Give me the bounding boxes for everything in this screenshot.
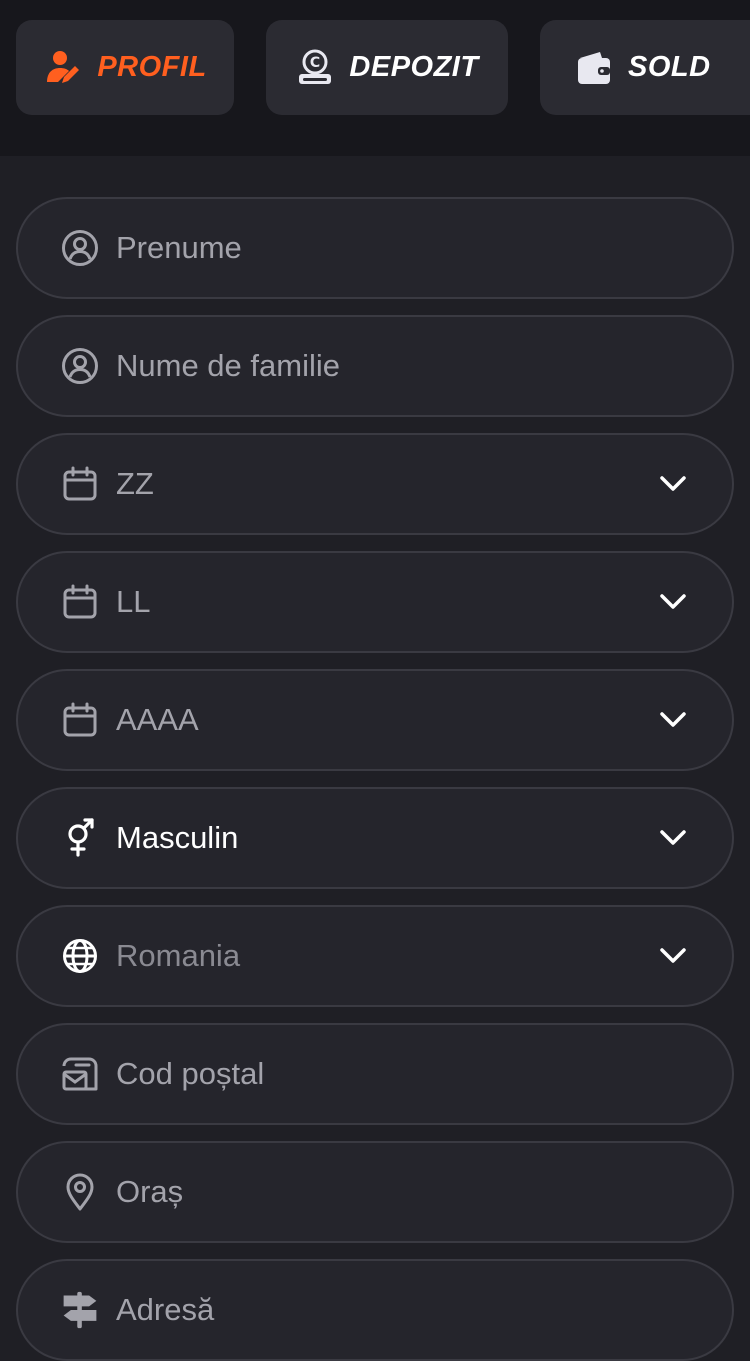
last-name-input[interactable] bbox=[116, 348, 676, 384]
address-input[interactable] bbox=[116, 1292, 676, 1328]
map-pin-icon bbox=[60, 1172, 100, 1212]
gender-value: Masculin bbox=[116, 820, 239, 855]
country-value: Romania bbox=[116, 938, 241, 973]
city-field[interactable] bbox=[16, 1141, 734, 1243]
birth-month-select[interactable]: LL bbox=[16, 551, 734, 653]
birth-year-value: AAAA bbox=[116, 702, 199, 737]
deposit-coin-icon: C bbox=[295, 48, 335, 88]
chevron-down-icon[interactable] bbox=[658, 469, 688, 499]
tab-sold-label: SOLD bbox=[628, 51, 711, 83]
calendar-icon bbox=[60, 582, 100, 622]
calendar-icon bbox=[60, 464, 100, 504]
chevron-down-icon[interactable] bbox=[658, 823, 688, 853]
top-tab-bar: PROFIL C DEPOZIT SOLD bbox=[0, 0, 750, 156]
gender-select[interactable]: Masculin bbox=[16, 787, 734, 889]
chevron-down-icon[interactable] bbox=[658, 587, 688, 617]
globe-icon bbox=[60, 936, 100, 976]
tab-profil[interactable]: PROFIL bbox=[16, 20, 234, 115]
user-edit-icon bbox=[43, 48, 83, 88]
svg-text:C: C bbox=[310, 55, 320, 71]
postal-code-input[interactable] bbox=[116, 1056, 676, 1092]
birth-day-value: ZZ bbox=[116, 466, 154, 501]
gender-icon bbox=[60, 818, 100, 858]
tab-depozit[interactable]: C DEPOZIT bbox=[266, 20, 508, 115]
tab-profil-label: PROFIL bbox=[97, 51, 207, 83]
city-input[interactable] bbox=[116, 1174, 676, 1210]
country-select[interactable]: Romania bbox=[16, 905, 734, 1007]
first-name-input[interactable] bbox=[116, 230, 676, 266]
first-name-field[interactable] bbox=[16, 197, 734, 299]
chevron-down-icon[interactable] bbox=[658, 705, 688, 735]
tab-depozit-label: DEPOZIT bbox=[349, 51, 479, 83]
user-circle-icon bbox=[60, 228, 100, 268]
address-field[interactable] bbox=[16, 1259, 734, 1361]
postal-code-field[interactable] bbox=[16, 1023, 734, 1125]
signpost-icon bbox=[60, 1290, 100, 1330]
chevron-down-icon[interactable] bbox=[658, 941, 688, 971]
birth-day-select[interactable]: ZZ bbox=[16, 433, 734, 535]
wallet-icon bbox=[574, 48, 614, 88]
birth-month-value: LL bbox=[116, 584, 151, 619]
calendar-icon bbox=[60, 700, 100, 740]
mailbox-icon bbox=[60, 1054, 100, 1094]
profile-form: ZZ LL AAAA bbox=[0, 156, 750, 1361]
birth-year-select[interactable]: AAAA bbox=[16, 669, 734, 771]
last-name-field[interactable] bbox=[16, 315, 734, 417]
user-circle-icon bbox=[60, 346, 100, 386]
tab-sold[interactable]: SOLD bbox=[540, 20, 750, 115]
